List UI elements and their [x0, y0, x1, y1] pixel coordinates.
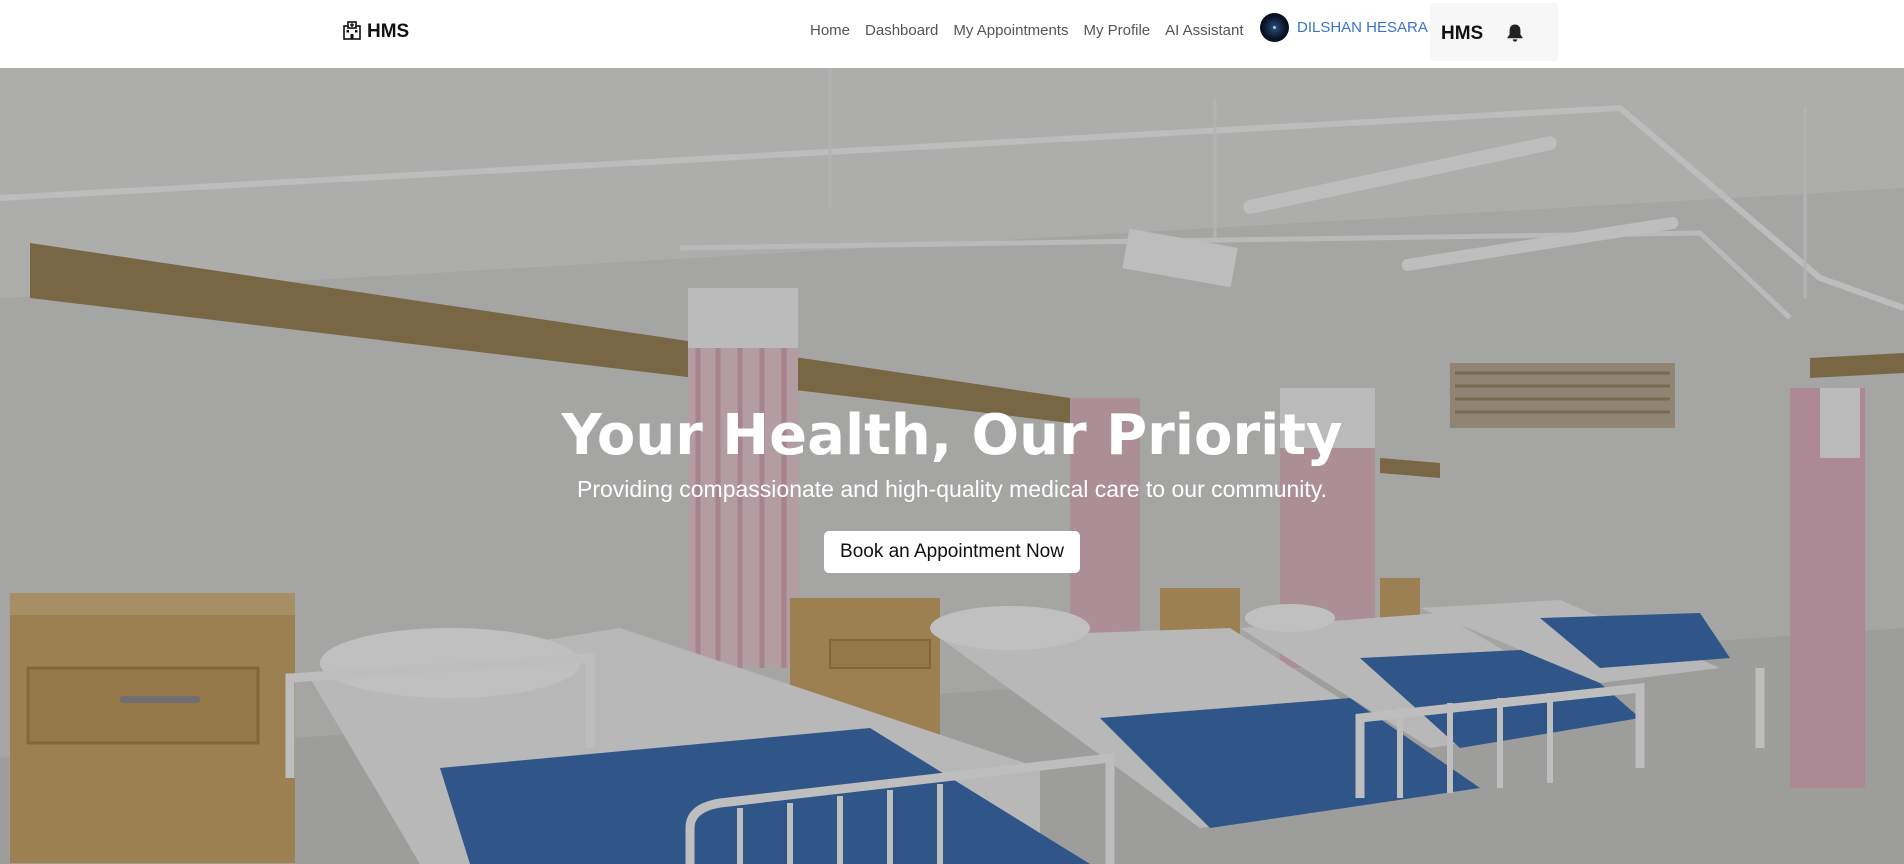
brand-link[interactable]: HMS — [342, 20, 409, 44]
hero-title: Your Health, Our Priority — [561, 403, 1343, 468]
hero-content: Your Health, Our Priority Providing comp… — [0, 408, 1904, 573]
nav-link-home[interactable]: Home — [810, 22, 850, 39]
hospital-icon — [342, 20, 362, 45]
navbar-right-box: HMS — [1430, 3, 1558, 61]
brand-text: HMS — [367, 21, 410, 42]
avatar — [1260, 13, 1289, 42]
user-name: DILSHAN HESARA — [1297, 19, 1428, 36]
book-appointment-button[interactable]: Book an Appointment Now — [824, 531, 1080, 573]
right-box-title: HMS — [1441, 23, 1484, 44]
hero-subtitle: Providing compassionate and high-quality… — [576, 476, 1327, 502]
user-dropdown-toggle[interactable]: DILSHAN HESARA — [1260, 13, 1440, 42]
nav-link-my-appointments[interactable]: My Appointments — [953, 22, 1068, 39]
nav-link-ai-assistant[interactable]: AI Assistant — [1165, 22, 1243, 39]
top-navbar: HMS Home Dashboard My Appointments My Pr… — [0, 0, 1904, 68]
nav-links: Home Dashboard My Appointments My Profil… — [810, 22, 1259, 39]
nav-link-dashboard[interactable]: Dashboard — [865, 22, 938, 39]
bell-icon[interactable] — [1506, 23, 1524, 43]
nav-link-my-profile[interactable]: My Profile — [1083, 22, 1150, 39]
hero-section: Your Health, Our Priority Providing comp… — [0, 68, 1904, 864]
